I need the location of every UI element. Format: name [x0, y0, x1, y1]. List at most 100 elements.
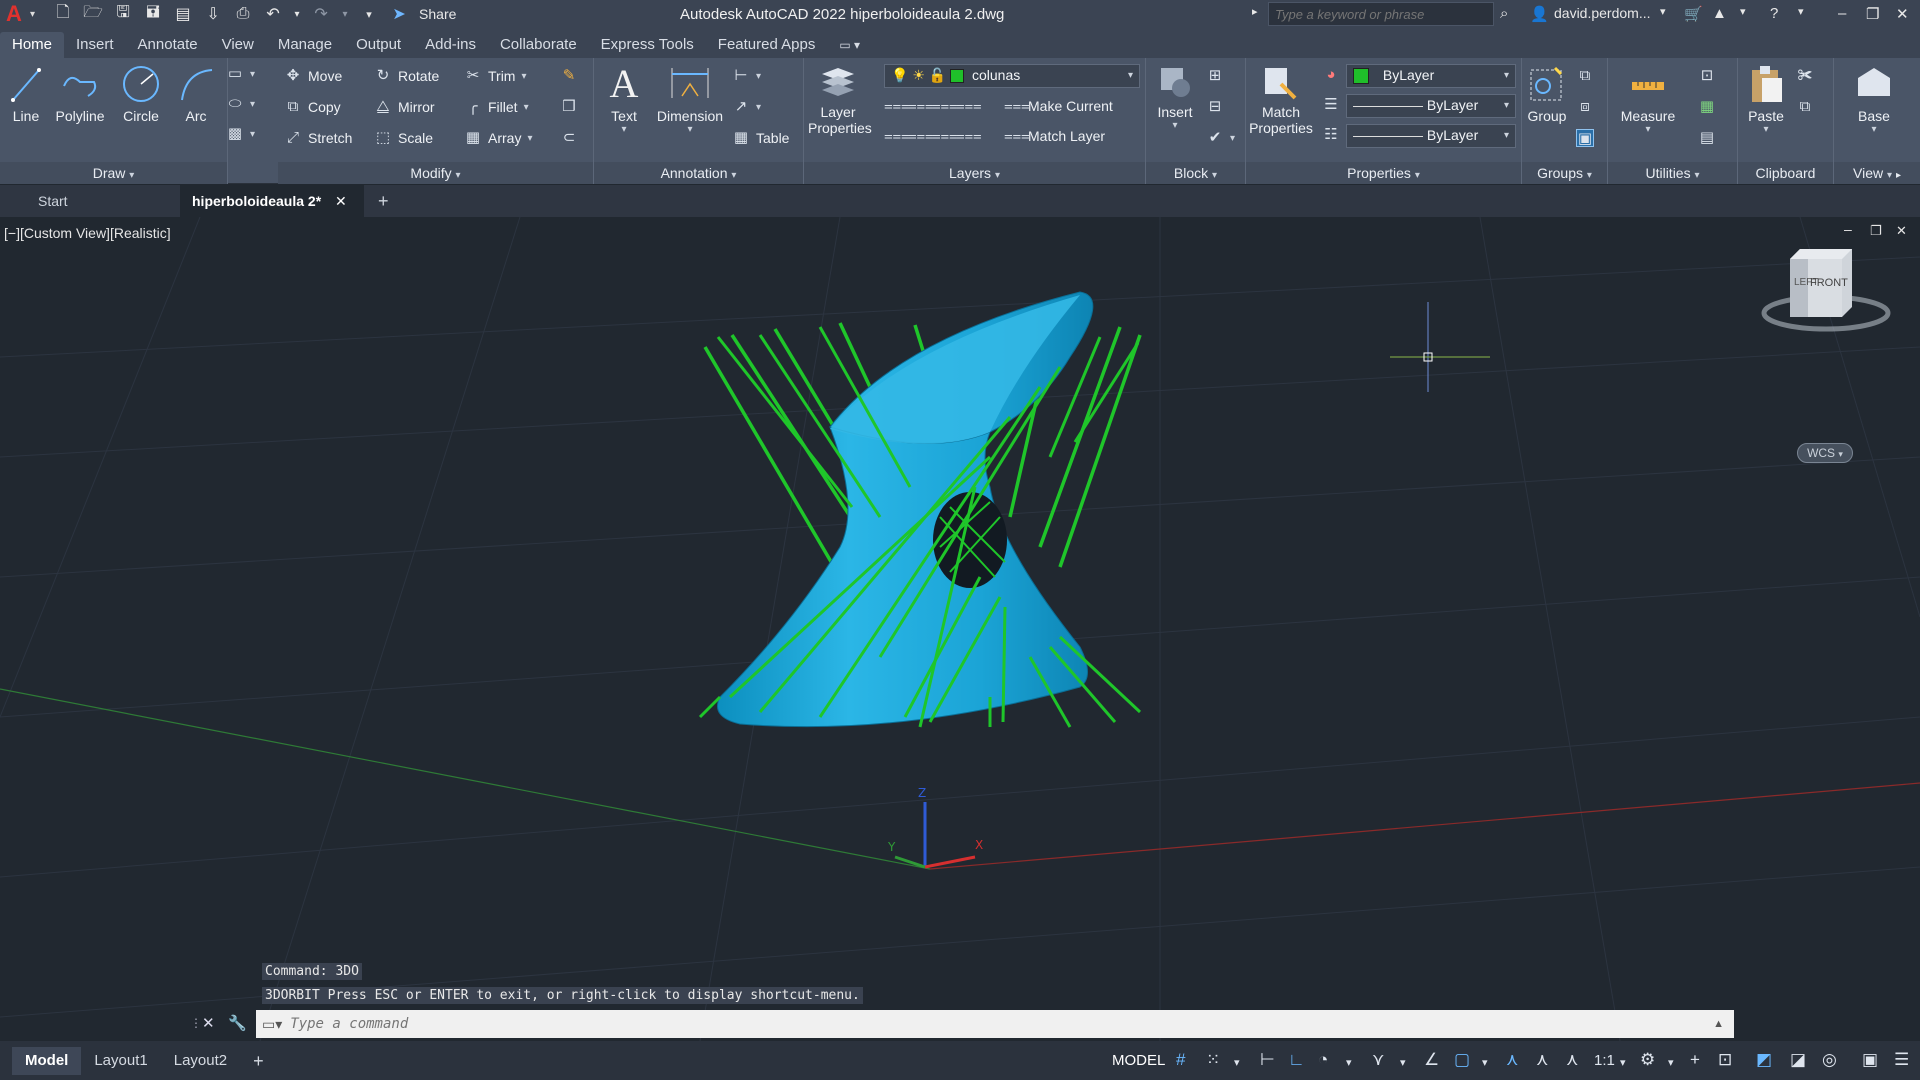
- cut-button[interactable]: ✀: [1796, 64, 1814, 88]
- autocad-logo-icon[interactable]: A: [6, 3, 28, 25]
- create-block-button[interactable]: ⊞: [1206, 64, 1224, 88]
- redo-dropdown-icon[interactable]: ▾: [341, 9, 349, 20]
- layer-on-tool-icon[interactable]: ⩶: [884, 127, 910, 145]
- redo-icon[interactable]: ↷: [311, 4, 331, 24]
- tab-collaborate[interactable]: Collaborate: [488, 32, 589, 58]
- ortho-icon[interactable]: ∟: [1288, 1050, 1305, 1070]
- leader-button[interactable]: ↗ ▾: [732, 95, 761, 119]
- layer-unisolate-icon[interactable]: ⩶: [908, 127, 934, 145]
- customize-status-bar-icon[interactable]: ☰: [1894, 1050, 1909, 1070]
- plot-icon[interactable]: ⎙: [233, 5, 253, 23]
- color-dropdown[interactable]: ByLayer ▾: [1346, 64, 1516, 88]
- edit-block-button[interactable]: ⊟: [1206, 95, 1224, 119]
- close-icon[interactable]: ✕: [1896, 5, 1909, 23]
- annotation-visibility-icon[interactable]: ⋏: [1506, 1050, 1518, 1070]
- layer-on-icon[interactable]: 💡: [891, 67, 908, 83]
- move-button[interactable]: ✥ Move: [284, 64, 343, 88]
- scale-dropdown-icon[interactable]: ▾: [1620, 1056, 1626, 1069]
- autodesk-app-icon[interactable]: ▲: [1712, 5, 1727, 22]
- tab-express-tools[interactable]: Express Tools: [589, 32, 706, 58]
- search-input[interactable]: [1268, 2, 1494, 26]
- text-button[interactable]: A Text ▾: [604, 64, 644, 136]
- paste-button[interactable]: Paste ▾: [1742, 64, 1790, 135]
- object-snap-icon[interactable]: ▢: [1454, 1050, 1470, 1070]
- help-dropdown-icon[interactable]: ▾: [1798, 5, 1804, 18]
- view-panel-title[interactable]: View ▾ ▸: [1834, 162, 1920, 184]
- object-snap-tracking-icon[interactable]: ∠: [1424, 1050, 1439, 1070]
- quick-select-button[interactable]: ⊡: [1698, 64, 1716, 88]
- command-grip-icon[interactable]: ⋮: [190, 1016, 202, 1030]
- ribbon-display-toggle-icon[interactable]: ▭ ▾: [827, 32, 872, 58]
- calculator-button[interactable]: ▤: [1698, 126, 1716, 150]
- offset-button[interactable]: ⊂: [560, 126, 578, 150]
- attribute-button[interactable]: ✔ ▾: [1206, 126, 1235, 150]
- doc-tab-active[interactable]: hiperboloideaula 2* ✕: [180, 185, 364, 217]
- drawing-viewport[interactable]: [−][Custom View][Realistic] – ❐ ✕ Z X Y …: [0, 217, 1920, 1041]
- layers-panel-title[interactable]: Layers ▾: [804, 162, 1145, 184]
- command-history-toggle-icon[interactable]: ▲: [1713, 1018, 1724, 1030]
- restore-icon[interactable]: ❐: [1866, 5, 1879, 23]
- annotation-scale-icon[interactable]: ⋏: [1566, 1050, 1578, 1070]
- copy-clip-button[interactable]: ⧉: [1796, 95, 1814, 119]
- clean-screen-icon[interactable]: ▣: [1862, 1050, 1878, 1070]
- match-properties-button[interactable]: Match Properties: [1248, 64, 1314, 136]
- layer-isolate-icon[interactable]: ⩶: [908, 97, 934, 115]
- rectangle-button[interactable]: ▭ ▾: [226, 62, 255, 86]
- polar-dropdown-icon[interactable]: ▾: [1346, 1056, 1352, 1069]
- user-icon[interactable]: 👤: [1530, 5, 1549, 23]
- layer-off-icon[interactable]: ⩶: [884, 97, 910, 115]
- undo-icon[interactable]: ↶: [263, 4, 283, 24]
- array-button[interactable]: ▦ Array ▾: [464, 126, 533, 150]
- layer-freeze-tool-icon[interactable]: ⩶: [932, 97, 958, 115]
- select-all-button[interactable]: ▦: [1698, 95, 1716, 119]
- share-icon[interactable]: ➤: [389, 4, 409, 24]
- erase-button[interactable]: ✎: [560, 64, 578, 88]
- arc-button[interactable]: Arc: [174, 64, 218, 124]
- circle-button[interactable]: Circle: [116, 64, 166, 124]
- ellipse-button[interactable]: ⬭ ▾: [226, 92, 255, 116]
- tab-insert[interactable]: Insert: [64, 32, 126, 58]
- mirror-button[interactable]: ⧋ Mirror: [374, 95, 434, 119]
- layer-unlock-icon[interactable]: ⩶: [956, 127, 982, 145]
- make-current-button[interactable]: ⩶ Make Current: [1004, 94, 1113, 118]
- hatch-button[interactable]: ▩ ▾: [226, 122, 255, 146]
- units-icon[interactable]: ⊡: [1718, 1050, 1732, 1070]
- copy-button[interactable]: ⧉ Copy: [284, 95, 341, 119]
- layer-properties-button[interactable]: Layer Properties: [808, 64, 872, 136]
- linear-dimension-button[interactable]: ⊢ ▾: [732, 64, 761, 88]
- layer-thaw-icon[interactable]: ⩶: [932, 127, 958, 145]
- viewcube-front-face[interactable]: FRONT: [1810, 277, 1848, 289]
- dimension-button[interactable]: Dimension ▾: [652, 64, 728, 135]
- app-dropdown-icon[interactable]: ▾: [1740, 5, 1746, 18]
- publish-icon[interactable]: ▤: [173, 4, 193, 24]
- layer-lock-tool-icon[interactable]: ⩶: [956, 97, 982, 115]
- export-icon[interactable]: ⇩: [203, 4, 223, 24]
- tab-layout1[interactable]: Layout1: [81, 1047, 160, 1075]
- add-layout-icon[interactable]: +: [240, 1047, 277, 1075]
- search-expand-icon[interactable]: ▸: [1252, 5, 1258, 18]
- user-dropdown-icon[interactable]: ▾: [1660, 5, 1666, 18]
- command-close-icon[interactable]: ✕: [202, 1014, 215, 1032]
- tab-featured-apps[interactable]: Featured Apps: [706, 32, 828, 58]
- lineweight-dropdown[interactable]: ByLayer ▾: [1346, 94, 1516, 118]
- layer-dropdown[interactable]: 💡 ☀ 🔓 colunas ▾: [884, 64, 1140, 88]
- tab-home[interactable]: Home: [0, 32, 65, 58]
- isolate-objects-icon[interactable]: ◎: [1822, 1050, 1837, 1070]
- dynamic-input-icon[interactable]: ⊢: [1260, 1050, 1275, 1070]
- quick-properties-icon[interactable]: ◩: [1756, 1050, 1772, 1070]
- model-space-button[interactable]: MODEL: [1112, 1052, 1165, 1069]
- lock-ui-icon[interactable]: ◪: [1790, 1050, 1806, 1070]
- stretch-button[interactable]: ⤢ Stretch: [284, 126, 352, 150]
- command-input[interactable]: [290, 1016, 1691, 1032]
- doc-tab-start[interactable]: Start: [0, 185, 180, 217]
- app-menu-chevron-icon[interactable]: ▾: [30, 9, 35, 20]
- open-icon[interactable]: 🗁: [83, 1, 103, 28]
- draw-panel-title[interactable]: Draw ▾: [0, 162, 227, 184]
- ungroup-button[interactable]: ⧉: [1576, 64, 1594, 88]
- insert-button[interactable]: Insert ▾: [1150, 64, 1200, 131]
- auto-scale-icon[interactable]: ⋏: [1536, 1050, 1548, 1070]
- grid-icon[interactable]: #: [1176, 1050, 1185, 1070]
- workspace-gear-icon[interactable]: ⚙: [1640, 1050, 1655, 1070]
- block-panel-title[interactable]: Block ▾: [1146, 162, 1245, 184]
- polar-icon[interactable]: ◔: [1318, 1050, 1328, 1070]
